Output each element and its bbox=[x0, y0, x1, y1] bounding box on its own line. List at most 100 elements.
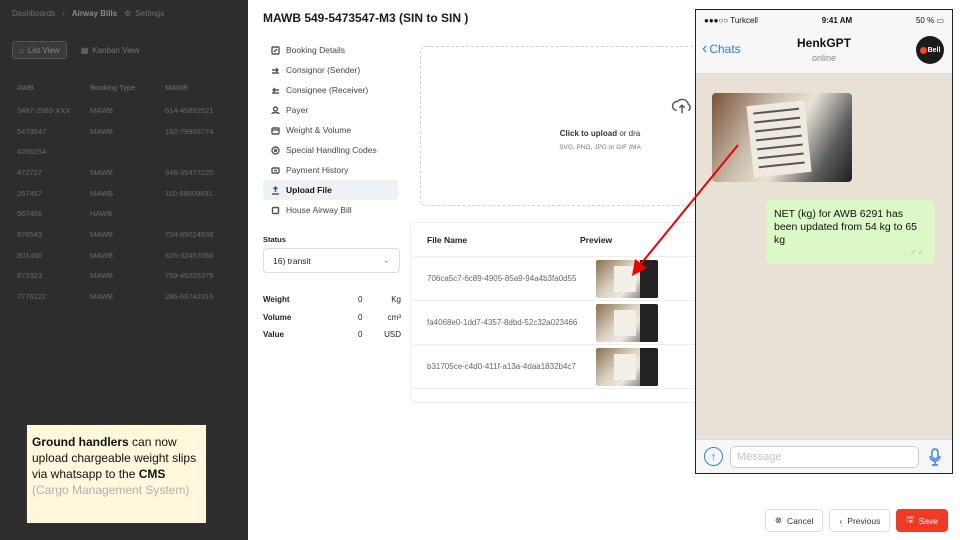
nav-item-weight-volume[interactable]: Weight & Volume bbox=[263, 120, 398, 140]
table-body: 3487-2569-XXX MAWB 614-45892521 5473547 MAWB… bbox=[12, 100, 248, 307]
status-select[interactable]: 16) transit ⌄ bbox=[263, 248, 400, 273]
settings-link[interactable]: ⚙ Settings bbox=[124, 9, 164, 18]
table-row[interactable]: 7776222 MAWB 286-66742316 bbox=[12, 286, 248, 307]
modal-footer-buttons: ⊗ Cancel ‹ Previous 🖫 Save bbox=[764, 509, 948, 532]
table-cell: 110-98609631 bbox=[165, 188, 213, 198]
nav-item-label: Weight & Volume bbox=[286, 125, 352, 135]
table-cell: 759-46205375 bbox=[165, 271, 214, 281]
file-row[interactable]: 706ca5c7-6c89-4905-85a9-94a4b3fa0d55 bbox=[411, 257, 719, 301]
nav-item-house-airway-bill[interactable]: House Airway Bill bbox=[263, 200, 398, 220]
file-preview-thumbnail[interactable] bbox=[596, 303, 658, 342]
tag-icon bbox=[271, 145, 280, 155]
upload-dropzone[interactable]: Click to upload or dra SVG, PNG, JPG or … bbox=[420, 46, 720, 206]
table-row[interactable]: 4266254 bbox=[12, 141, 248, 162]
checkbox-icon bbox=[271, 206, 280, 214]
modal-side-nav: Booking Details Consignor (Sender) Consign… bbox=[263, 40, 398, 220]
table-row[interactable]: 801456 MAWB 626-32457066 bbox=[12, 245, 248, 266]
file-preview-thumbnail[interactable] bbox=[596, 347, 658, 386]
table-cell: 472727 bbox=[17, 167, 43, 177]
breadcrumb-airway-bills[interactable]: Airway Bills bbox=[72, 9, 117, 18]
table-cell: 801456 bbox=[17, 250, 43, 260]
nav-item-consignee-receiver[interactable]: Consignee (Receiver) bbox=[263, 80, 398, 100]
nav-item-special-handling-codes[interactable]: Special Handling Codes bbox=[263, 140, 398, 160]
stat-row-value: Value 0 USD bbox=[263, 326, 401, 344]
table-cell: 946-35477220 bbox=[165, 167, 214, 177]
avatar-text: Bell bbox=[927, 46, 941, 54]
file-row[interactable]: b31705ce-c4d0-411f-a13a-4daa1832b4c7 bbox=[411, 345, 719, 389]
list-view-tab[interactable]: ⌂ List View bbox=[12, 41, 67, 59]
stat-row-weight: Weight 0 Kg bbox=[263, 291, 401, 309]
stat-value: 0 bbox=[358, 330, 363, 340]
status-label: Status bbox=[263, 235, 286, 244]
table-cell: 5473547 bbox=[17, 126, 47, 136]
avatar[interactable]: Bell bbox=[916, 36, 944, 64]
cancel-button[interactable]: ⊗ Cancel bbox=[764, 509, 824, 532]
close-circle-icon: ⊗ bbox=[774, 515, 782, 525]
table-cell: MAWB bbox=[90, 250, 114, 260]
table-cell: 872323 bbox=[17, 271, 43, 281]
table-row[interactable]: 267457 MAWB 110-98609631 bbox=[12, 183, 248, 204]
table-row[interactable]: 5473547 MAWB 192-79903774 bbox=[12, 121, 248, 142]
upload-icon bbox=[272, 185, 279, 195]
table-cell: 614-45892521 bbox=[165, 105, 214, 115]
previous-button[interactable]: ‹ Previous bbox=[829, 509, 891, 532]
card-icon bbox=[271, 166, 280, 174]
callout-gray: (Cargo Management System) bbox=[32, 483, 190, 497]
message-input[interactable]: Message bbox=[730, 445, 919, 468]
column-mawb[interactable]: MAWB bbox=[165, 83, 245, 92]
table-row[interactable]: 876543 MAWB 704-65024538 bbox=[12, 224, 248, 245]
click-to-upload-link[interactable]: Click to upload bbox=[560, 129, 617, 138]
battery-indicator: 50 % ▭ bbox=[915, 15, 944, 25]
whatsapp-phone-mockup: ●●●○○ Turkcell 9:41 AM 50 % ▭ ‹ Chats Hen… bbox=[695, 9, 953, 474]
annotation-callout: Ground handlers can now upload chargeabl… bbox=[26, 424, 207, 524]
message-text: NET (kg) for AWB 6291 has been updated f… bbox=[774, 208, 918, 246]
table-cell: MAWB bbox=[90, 271, 114, 281]
kanban-icon: ▦ bbox=[80, 45, 89, 55]
sender-icon bbox=[272, 67, 279, 74]
nav-item-upload-file[interactable]: Upload File bbox=[263, 180, 398, 200]
chevron-left-icon: ‹ bbox=[839, 515, 843, 526]
receiver-icon bbox=[272, 87, 279, 94]
save-button[interactable]: 🖫 Save bbox=[896, 509, 948, 532]
table-header: AWB Booking Type MAWB bbox=[12, 83, 248, 92]
chat-area: NET (kg) for AWB 6291 has been updated f… bbox=[696, 74, 952, 441]
breadcrumb: Dashboards › Airway Bills ⚙ Settings bbox=[12, 9, 164, 18]
table-cell: 567456 bbox=[17, 209, 43, 219]
nav-item-booking-details[interactable]: Booking Details bbox=[263, 40, 398, 60]
attach-upload-icon[interactable]: ↑ bbox=[704, 447, 723, 466]
nav-item-payer[interactable]: Payer bbox=[263, 100, 398, 120]
file-preview-thumbnail[interactable] bbox=[596, 259, 658, 298]
table-row[interactable]: 472727 MAWB 946-35477220 bbox=[12, 162, 248, 183]
stat-label: Weight bbox=[263, 295, 290, 305]
nav-item-label: Booking Details bbox=[286, 45, 346, 55]
breadcrumb-dashboards[interactable]: Dashboards bbox=[12, 9, 55, 18]
column-awb[interactable]: AWB bbox=[12, 83, 90, 92]
files-table: File Name Preview 706ca5c7-6c89-4905-85a… bbox=[410, 222, 720, 403]
list-view-label: List View bbox=[27, 45, 60, 55]
carrier-label: ●●●○○ Turkcell bbox=[704, 15, 758, 25]
column-preview: Preview bbox=[580, 234, 613, 245]
column-booking-type[interactable]: Booking Type bbox=[90, 83, 165, 92]
file-row[interactable]: fa4068e0-1dd7-4357-8dbd-52c32a023466 bbox=[411, 301, 719, 345]
breadcrumb-separator-icon: › bbox=[62, 9, 65, 18]
file-name: fa4068e0-1dd7-4357-8dbd-52c32a023466 bbox=[427, 317, 578, 327]
table-row[interactable]: 872323 MAWB 759-46205375 bbox=[12, 266, 248, 287]
box-icon bbox=[271, 126, 280, 135]
table-row[interactable]: 3487-2569-XXX MAWB 614-45892521 bbox=[12, 100, 248, 121]
upload-rest-text: or dra bbox=[617, 129, 641, 138]
microphone-icon[interactable] bbox=[926, 447, 944, 467]
weight-slip-photo[interactable] bbox=[712, 93, 852, 182]
contact-name: HenkGPT bbox=[796, 36, 851, 50]
table-row[interactable]: 567456 HAWB bbox=[12, 203, 248, 224]
save-label: Save bbox=[918, 515, 938, 526]
kanban-view-tab[interactable]: ▦ Kanban View bbox=[75, 41, 146, 59]
dimmed-list-view: Dashboards › Airway Bills ⚙ Settings ⌂ Lis… bbox=[0, 0, 248, 540]
nav-item-payment-history[interactable]: Payment History bbox=[263, 160, 398, 180]
chevron-down-icon: ⌄ bbox=[382, 255, 390, 265]
nav-item-label: House Airway Bill bbox=[286, 205, 352, 215]
phone-time: 9:41 AM bbox=[821, 15, 853, 25]
person-icon bbox=[271, 105, 280, 114]
table-cell: 7776222 bbox=[17, 292, 47, 302]
settings-label: Settings bbox=[135, 9, 165, 18]
nav-item-consignor-sender[interactable]: Consignor (Sender) bbox=[263, 60, 398, 80]
